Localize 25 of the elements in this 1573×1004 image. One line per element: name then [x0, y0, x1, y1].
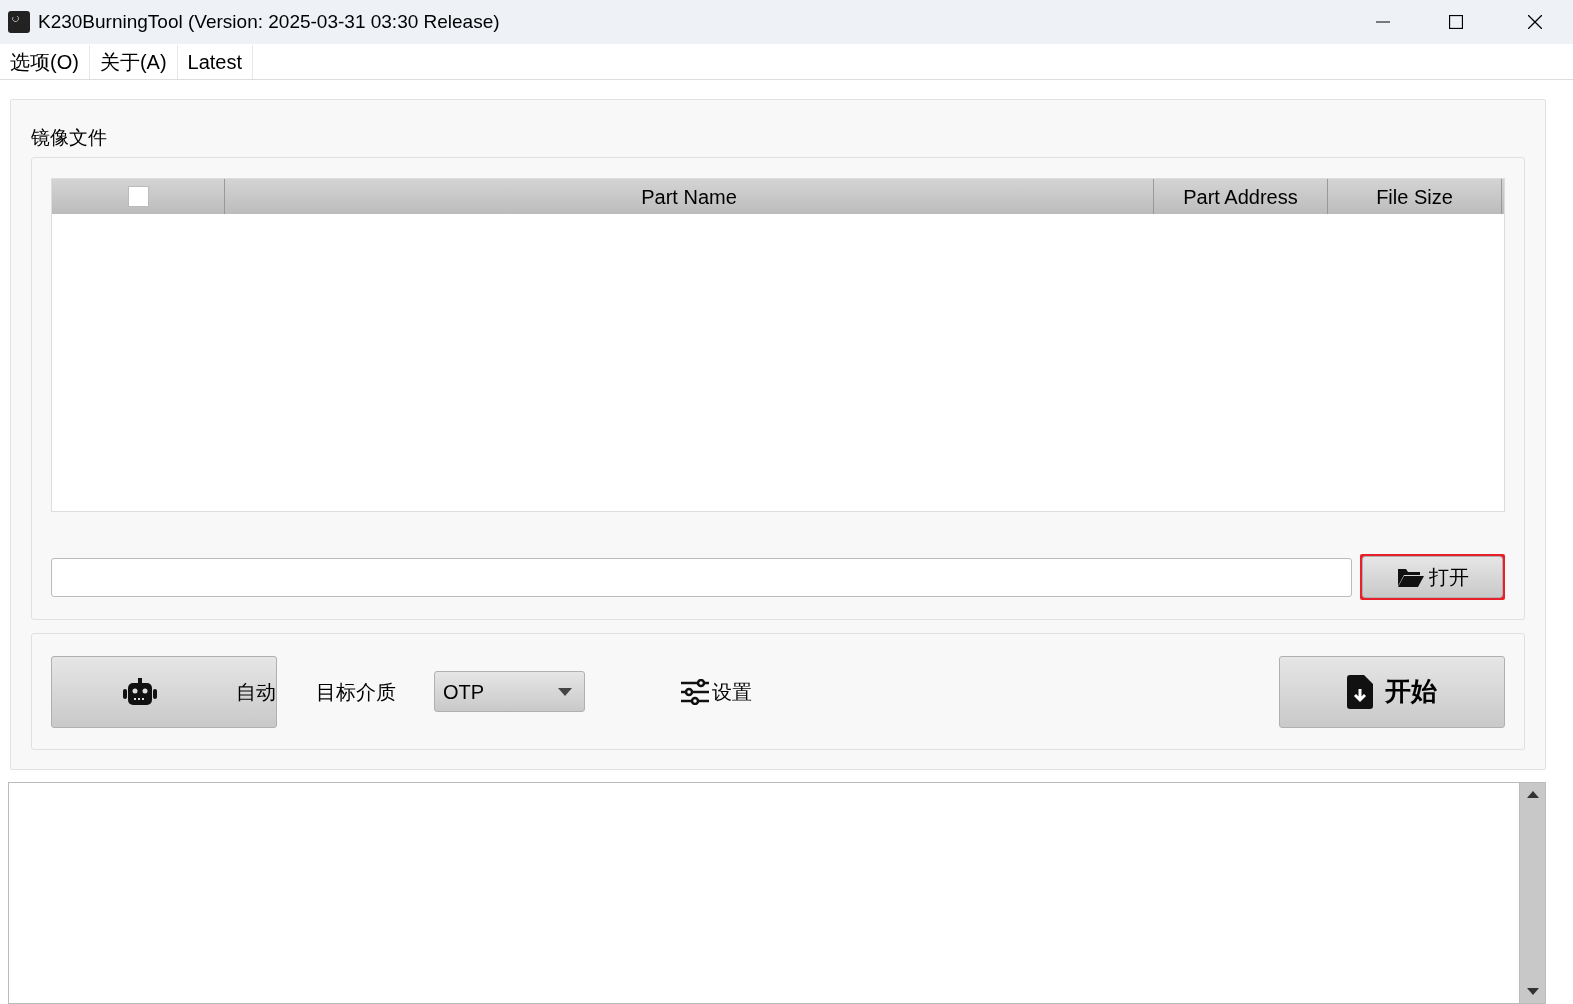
- robot-icon: [122, 677, 158, 706]
- close-icon[interactable]: [1528, 15, 1542, 29]
- menu-item[interactable]: 选项(O): [0, 44, 90, 79]
- folder-icon: [1396, 566, 1425, 588]
- column-header[interactable]: File Size: [1328, 179, 1502, 214]
- medium-dropdown[interactable]: OTP: [434, 671, 585, 712]
- app-icon: [8, 11, 30, 33]
- path-field[interactable]: [51, 557, 1352, 597]
- menu-item[interactable]: Latest: [177, 44, 254, 79]
- column-header[interactable]: Part Name: [225, 179, 1154, 214]
- column-header[interactable]: Part Address: [1154, 179, 1328, 214]
- scrollbar[interactable]: [1519, 783, 1545, 1003]
- open-button[interactable]: 打开: [1362, 556, 1503, 598]
- medium-label: 目标介质: [316, 679, 396, 705]
- window-title: K230BurningTool (Version: 2025-03-31 03:30 Release): [38, 9, 500, 34]
- section-title: 镜像文件: [31, 126, 108, 150]
- maximize-icon[interactable]: [1449, 15, 1463, 29]
- file-download-icon: [1347, 674, 1373, 709]
- sliders-icon: [680, 678, 710, 705]
- start-button[interactable]: 开始: [1279, 655, 1505, 728]
- menu-item[interactable]: 关于(A): [89, 44, 178, 79]
- dropdown-arrow-icon: [558, 687, 572, 696]
- settings-button[interactable]: 设置: [680, 676, 752, 707]
- auto-button[interactable]: 自动: [51, 655, 277, 728]
- checkbox[interactable]: [127, 186, 149, 207]
